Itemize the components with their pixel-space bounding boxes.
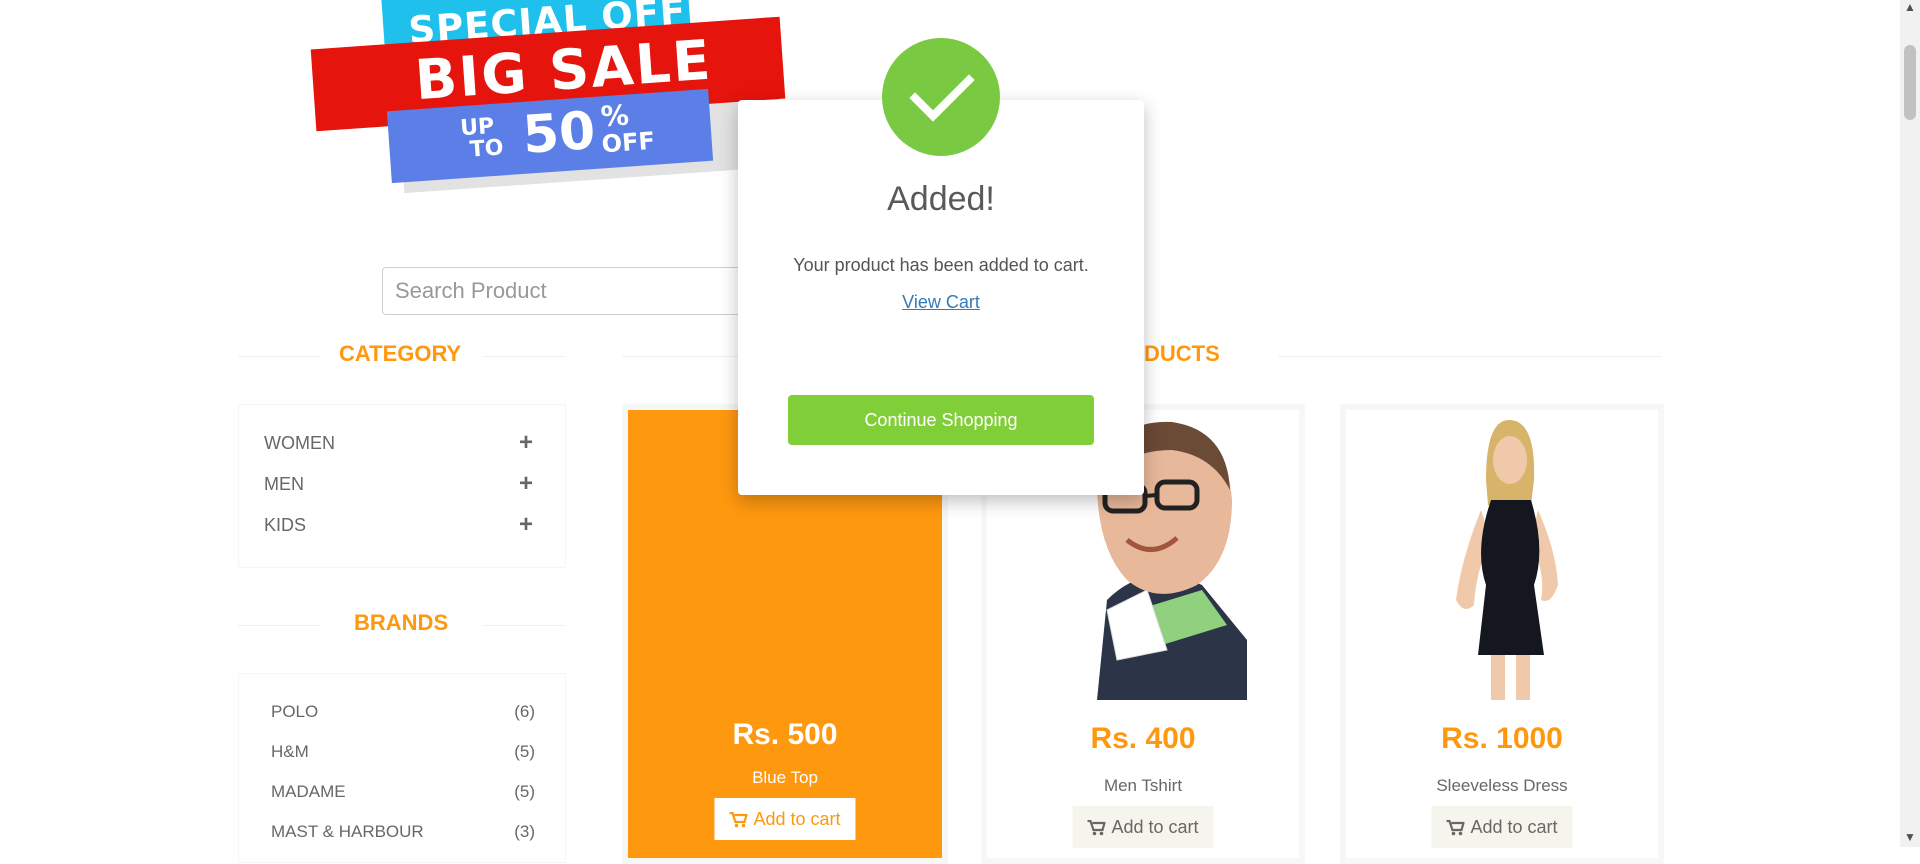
cart-icon xyxy=(1446,820,1465,836)
brands-line-left xyxy=(238,625,320,626)
plus-icon[interactable]: + xyxy=(519,511,533,539)
plus-icon[interactable]: + xyxy=(519,470,533,498)
scroll-down-icon[interactable]: ▼ xyxy=(1903,830,1917,844)
product-price: Rs. 400 xyxy=(1090,722,1196,755)
category-line-left xyxy=(238,356,320,357)
cart-icon xyxy=(729,812,748,828)
brand-item-polo[interactable]: POLO (6) xyxy=(271,702,535,726)
add-to-cart-label: Add to cart xyxy=(1111,817,1199,837)
brand-label: MAST & HARBOUR xyxy=(271,822,424,841)
product-name: Blue Top xyxy=(752,768,818,787)
product-name: Sleeveless Dress xyxy=(1436,776,1568,795)
category-item-women[interactable]: WOMEN + xyxy=(264,429,533,457)
products-title: DUCTS xyxy=(1144,341,1220,366)
cart-icon xyxy=(1087,820,1106,836)
brand-count: (6) xyxy=(514,702,535,721)
brands-panel: POLO (6) H&M (5) MADAME (5) MAST & HARBO… xyxy=(238,673,566,863)
product-image-sleeveless-dress xyxy=(1346,410,1658,700)
brand-item-madame[interactable]: MADAME (5) xyxy=(271,782,535,806)
brand-count: (5) xyxy=(514,742,535,761)
scrollbar-thumb[interactable] xyxy=(1904,45,1916,120)
continue-shopping-button[interactable]: Continue Shopping xyxy=(788,395,1094,445)
add-to-cart-button[interactable]: Add to cart xyxy=(1431,806,1573,848)
brand-count: (3) xyxy=(514,822,535,841)
category-item-label: KIDS xyxy=(264,515,307,535)
add-to-cart-label: Add to cart xyxy=(753,809,841,829)
modal-message: Your product has been added to cart. xyxy=(793,255,1089,275)
sale-banner: SPECIAL OFFER BIG SALE UP TO 50 % OFF xyxy=(305,0,805,194)
add-to-cart-button[interactable]: Add to cart xyxy=(714,798,856,840)
banner-upto: UP TO xyxy=(459,114,505,163)
add-to-cart-button[interactable]: Add to cart xyxy=(1072,806,1214,848)
scrollbar[interactable] xyxy=(1900,0,1920,847)
banner-off: OFF xyxy=(600,126,656,159)
add-to-cart-label: Add to cart xyxy=(1470,817,1558,837)
view-cart-link[interactable]: View Cart xyxy=(738,292,1144,313)
brands-line-right xyxy=(483,625,565,626)
check-icon xyxy=(909,74,975,122)
brand-count: (5) xyxy=(514,782,535,801)
scroll-up-icon[interactable]: ▲ xyxy=(1903,0,1917,14)
product-name: Men Tshirt xyxy=(1103,776,1183,795)
category-line-right xyxy=(483,356,565,357)
products-line-left xyxy=(622,356,742,357)
category-title: CATEGORY xyxy=(339,341,462,366)
brand-label: POLO xyxy=(271,702,319,721)
category-item-kids[interactable]: KIDS + xyxy=(264,511,533,539)
product-price: Rs. 500 xyxy=(732,718,838,751)
product-card-sleeveless-dress[interactable]: Rs. 1000 Sleeveless Dress Add to cart xyxy=(1340,404,1664,864)
plus-icon[interactable]: + xyxy=(519,429,533,457)
product-price: Rs. 1000 xyxy=(1441,722,1563,755)
products-line-right xyxy=(1278,356,1662,357)
banner-to-text: TO xyxy=(468,135,505,163)
brand-item-mast-harbour[interactable]: MAST & HARBOUR (3) xyxy=(271,822,535,846)
brands-title: BRANDS xyxy=(354,610,449,635)
brand-label: MADAME xyxy=(271,782,346,801)
category-item-label: MEN xyxy=(264,474,304,494)
brand-item-hm[interactable]: H&M (5) xyxy=(271,742,535,766)
brand-label: H&M xyxy=(271,742,309,761)
category-item-label: WOMEN xyxy=(264,433,335,453)
category-item-men[interactable]: MEN + xyxy=(264,470,533,498)
category-panel: WOMEN + MEN + KIDS + xyxy=(238,404,566,568)
modal-title: Added! xyxy=(887,180,995,218)
success-badge xyxy=(882,38,1000,156)
banner-fifty: 50 xyxy=(520,100,598,166)
